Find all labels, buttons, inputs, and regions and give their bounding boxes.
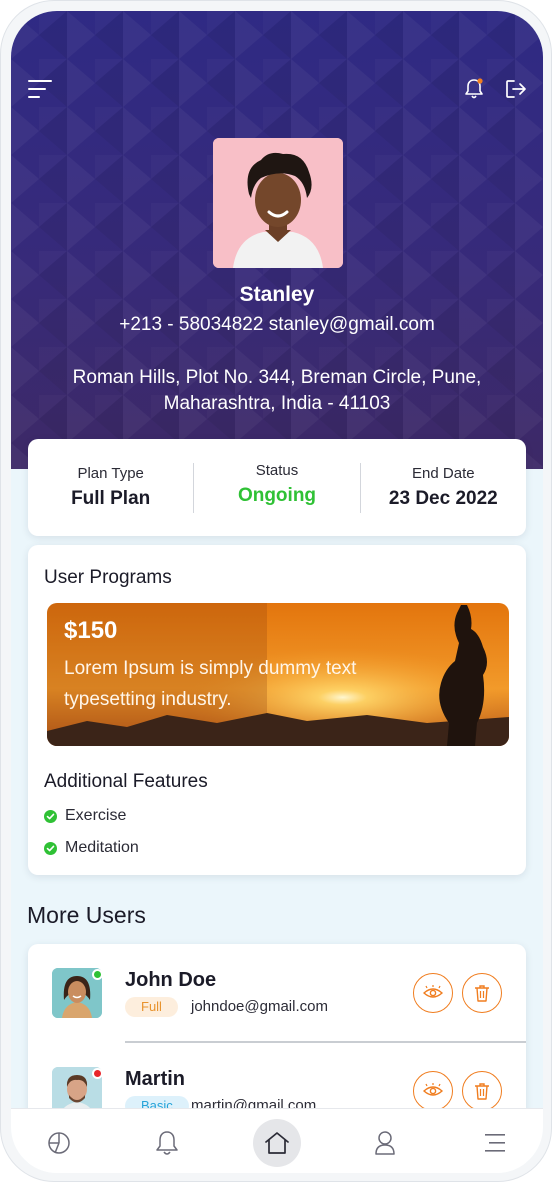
plan-type: Plan Type Full Plan xyxy=(28,465,193,510)
user-row[interactable]: John Doe Full johndoe@gmail.com xyxy=(28,944,526,1040)
delete-button[interactable] xyxy=(462,973,502,1013)
nav-home[interactable] xyxy=(253,1119,301,1167)
feature-item: Meditation xyxy=(44,839,139,857)
user-email: johndoe@gmail.com xyxy=(191,998,328,1015)
bell-icon xyxy=(465,78,483,99)
menu-icon xyxy=(485,1134,505,1152)
trash-icon xyxy=(475,1083,489,1100)
plan-summary-card: Plan Type Full Plan Status Ongoing End D… xyxy=(28,439,526,536)
additional-features-title: Additional Features xyxy=(44,771,208,792)
bell-icon xyxy=(156,1131,178,1155)
nav-profile[interactable] xyxy=(361,1119,409,1167)
end-date-value: 23 Dec 2022 xyxy=(388,488,498,509)
person-photo xyxy=(213,138,343,268)
check-icon xyxy=(44,809,57,823)
home-icon xyxy=(265,1132,289,1154)
eye-icon xyxy=(423,985,443,998)
nav-dashboard[interactable] xyxy=(35,1119,83,1167)
profile-photo xyxy=(213,138,343,268)
user-name: John Doe xyxy=(125,969,217,991)
plan-status: Status Ongoing xyxy=(194,462,359,507)
status-label: Status xyxy=(255,462,299,479)
profile-contact: +213 - 58034822 stanley@gmail.com xyxy=(119,314,435,335)
end-date-label: End Date xyxy=(412,465,475,482)
user-icon xyxy=(375,1131,395,1155)
profile-address: Roman Hills, Plot No. 344, Breman Circle… xyxy=(72,367,482,414)
user-name: Martin xyxy=(125,1068,185,1090)
view-button[interactable] xyxy=(413,973,453,1013)
app-screen: Stanley +213 - 58034822 stanley@gmail.co… xyxy=(11,11,543,1173)
feature-item: Exercise xyxy=(44,807,126,825)
program-price: $150 xyxy=(64,617,118,644)
plan-type-value: Full Plan xyxy=(71,488,151,509)
bottom-navigation xyxy=(11,1108,543,1173)
delete-button[interactable] xyxy=(462,1071,502,1111)
logout-button[interactable] xyxy=(503,77,529,101)
program-description: Lorem Ipsum is simply dummy text typeset… xyxy=(64,658,357,710)
more-users-title: More Users xyxy=(27,902,146,928)
eye-icon xyxy=(423,1083,443,1096)
feature-label: Exercise xyxy=(65,807,127,824)
phone-frame: Stanley +213 - 58034822 stanley@gmail.co… xyxy=(0,0,552,1182)
profile-name: Stanley xyxy=(239,283,315,306)
feature-label: Meditation xyxy=(65,839,139,856)
online-status-dot xyxy=(92,969,103,980)
trash-icon xyxy=(475,985,489,1002)
view-button[interactable] xyxy=(413,1071,453,1111)
plan-badge: Full xyxy=(125,997,178,1017)
user-programs-title: User Programs xyxy=(44,567,172,588)
online-status-dot xyxy=(92,1068,103,1079)
hamburger-icon xyxy=(28,80,52,98)
logout-icon xyxy=(506,80,526,98)
notification-button[interactable] xyxy=(461,77,487,101)
nav-notifications[interactable] xyxy=(143,1119,191,1167)
program-banner[interactable]: $150 Lorem Ipsum is simply dummy text ty… xyxy=(47,603,509,746)
menu-button[interactable] xyxy=(27,77,53,101)
status-value: Ongoing xyxy=(237,485,317,506)
dashboard-icon xyxy=(48,1132,70,1154)
user-programs-card: User Programs $150 Lorem Ipsum is simply… xyxy=(28,545,526,875)
plan-type-label: Plan Type xyxy=(77,465,144,482)
profile-header: Stanley +213 - 58034822 stanley@gmail.co… xyxy=(11,11,543,469)
plan-end-date: End Date 23 Dec 2022 xyxy=(361,465,526,510)
nav-menu[interactable] xyxy=(471,1119,519,1167)
check-icon xyxy=(44,841,57,855)
